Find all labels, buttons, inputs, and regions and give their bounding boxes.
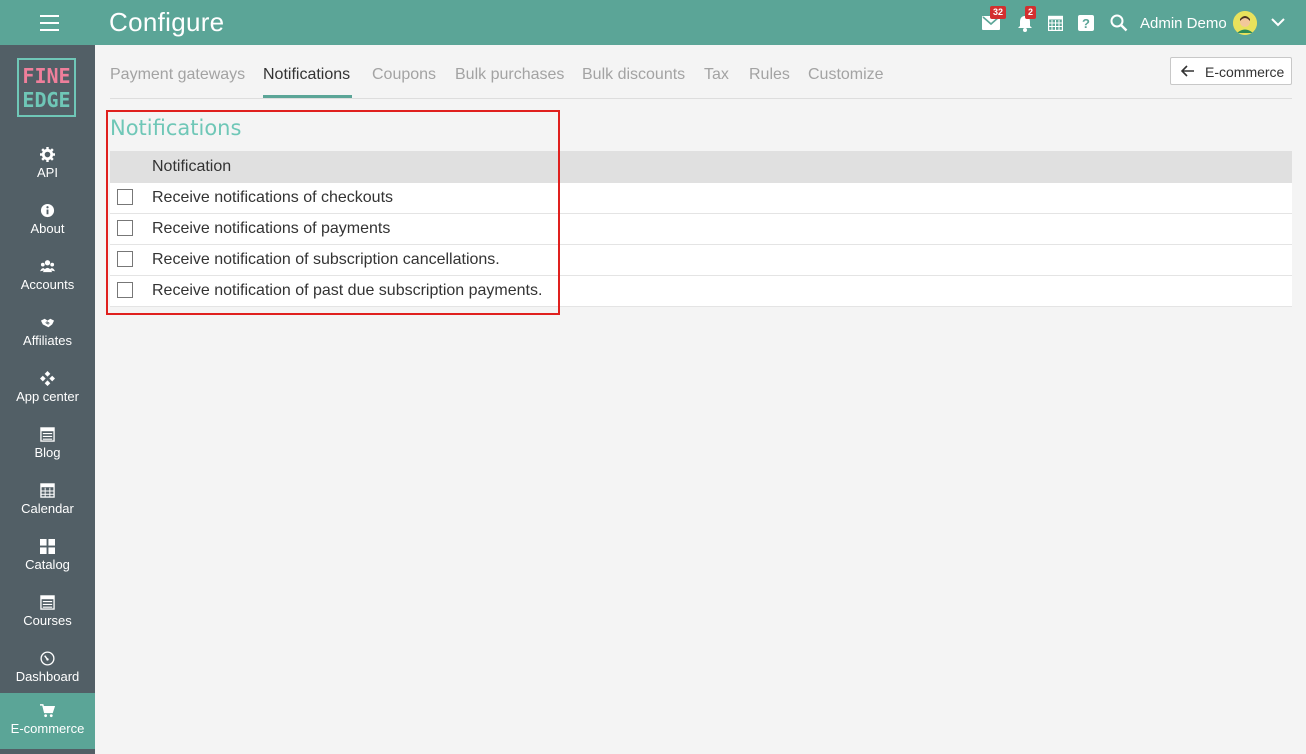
checkbox[interactable] [117,220,133,236]
sidebar-item-accounts[interactable]: Accounts [0,249,95,305]
tab-payment-gateways[interactable]: Payment gateways [110,66,245,84]
tab-customize[interactable]: Customize [808,66,884,84]
sidebar-item-label: Dashboard [15,669,80,684]
sidebar-item-dashboard[interactable]: Dashboard [0,641,95,697]
column-header-notification: Notification [152,158,232,175]
section-title: Notifications [110,116,242,140]
table-row: Receive notification of subscription can… [110,245,1292,276]
sidebar-item-catalog[interactable]: Catalog [0,529,95,585]
sidebar-item-label: Affiliates [23,333,72,348]
table-row: Receive notifications of checkouts [110,183,1292,214]
checkbox[interactable] [117,189,133,205]
menu-icon[interactable] [40,15,59,31]
table-row: Receive notifications of payments [110,214,1292,245]
notifications-table: Notification Receive notifications of ch… [110,151,1292,307]
sidebar-item-app-center[interactable]: App center [0,361,95,417]
mail-badge: 32 [990,6,1007,19]
sidebar-item-label: Courses [23,613,72,628]
table-row: Receive notification of past due subscri… [110,276,1292,307]
sidebar-item-label: App center [16,389,79,404]
sidebar-item-calendar[interactable]: Calendar [0,473,95,529]
avatar[interactable] [1233,11,1257,35]
apps-icon [40,371,55,386]
checkbox[interactable] [117,282,133,298]
logo-line-1: FINE [22,64,71,88]
row-label: Receive notifications of checkouts [152,189,394,206]
row-label: Receive notification of past due subscri… [152,282,543,299]
users-icon [40,260,55,273]
active-tab-indicator [263,95,352,98]
gauge-icon [40,651,55,666]
mail-icon[interactable]: 32 [982,6,1007,32]
arrow-left-icon [1181,65,1194,77]
grid-icon [40,539,55,554]
sidebar-item-e-commerce[interactable]: E-commerce [0,693,95,749]
tab-bulk-discounts[interactable]: Bulk discounts [582,66,685,84]
row-label: Receive notification of subscription can… [152,251,500,268]
tab-tax[interactable]: Tax [704,66,729,84]
page-title: Configure [109,7,225,37]
calendar-icon[interactable] [1048,12,1068,32]
logo[interactable]: FINE EDGE [17,58,76,117]
sidebar-item-api[interactable]: API [0,137,95,193]
back-to-e-commerce-button[interactable]: E-commerce [1170,57,1292,85]
sidebar-item-blog[interactable]: Blog [0,417,95,473]
handshake-icon [40,318,55,328]
sidebar-item-affiliates[interactable]: Affiliates [0,305,95,361]
sidebar-item-label: API [37,165,58,180]
user-name[interactable]: Admin Demo [1140,15,1227,32]
tab-divider [110,98,1292,99]
sidebar-item-label: About [30,221,65,236]
calendar-list-icon [40,427,55,442]
gear-icon [40,147,55,162]
top-bar: Configure 32 2 ? Admin Demo [0,0,1306,45]
tab-coupons[interactable]: Coupons [372,66,436,84]
cart-icon [40,704,55,718]
sidebar-item-about[interactable]: About [0,193,95,249]
sidebar-item-label: Calendar [21,501,74,516]
sidebar-item-label: E-commerce [10,721,85,736]
tab-notifications[interactable]: Notifications [263,66,350,84]
sidebar-item-label: Accounts [20,277,75,292]
chevron-down-icon[interactable] [1270,14,1286,30]
tab-rules[interactable]: Rules [749,66,790,84]
back-button-label: E-commerce [1205,64,1285,80]
calendar-list-icon [40,595,55,610]
bell-icon[interactable]: 2 [1017,6,1037,32]
sidebar-item-courses[interactable]: Courses [0,585,95,641]
tab-bulk-purchases[interactable]: Bulk purchases [455,66,564,84]
sidebar-item-label: Blog [34,445,61,460]
calendar-grid-icon [40,483,55,498]
notifications-badge: 2 [1025,6,1037,19]
sidebar-item-label: Catalog [25,557,70,572]
info-icon [40,203,55,218]
svg-text:?: ? [1082,16,1090,31]
table-header: Notification [110,151,1292,183]
row-label: Receive notifications of payments [152,220,391,237]
logo-line-2: EDGE [22,88,71,112]
sidebar: FINE EDGE API About Accounts Affiliates … [0,45,95,754]
help-icon[interactable]: ? [1078,12,1098,32]
search-icon[interactable] [1110,12,1130,32]
checkbox[interactable] [117,251,133,267]
